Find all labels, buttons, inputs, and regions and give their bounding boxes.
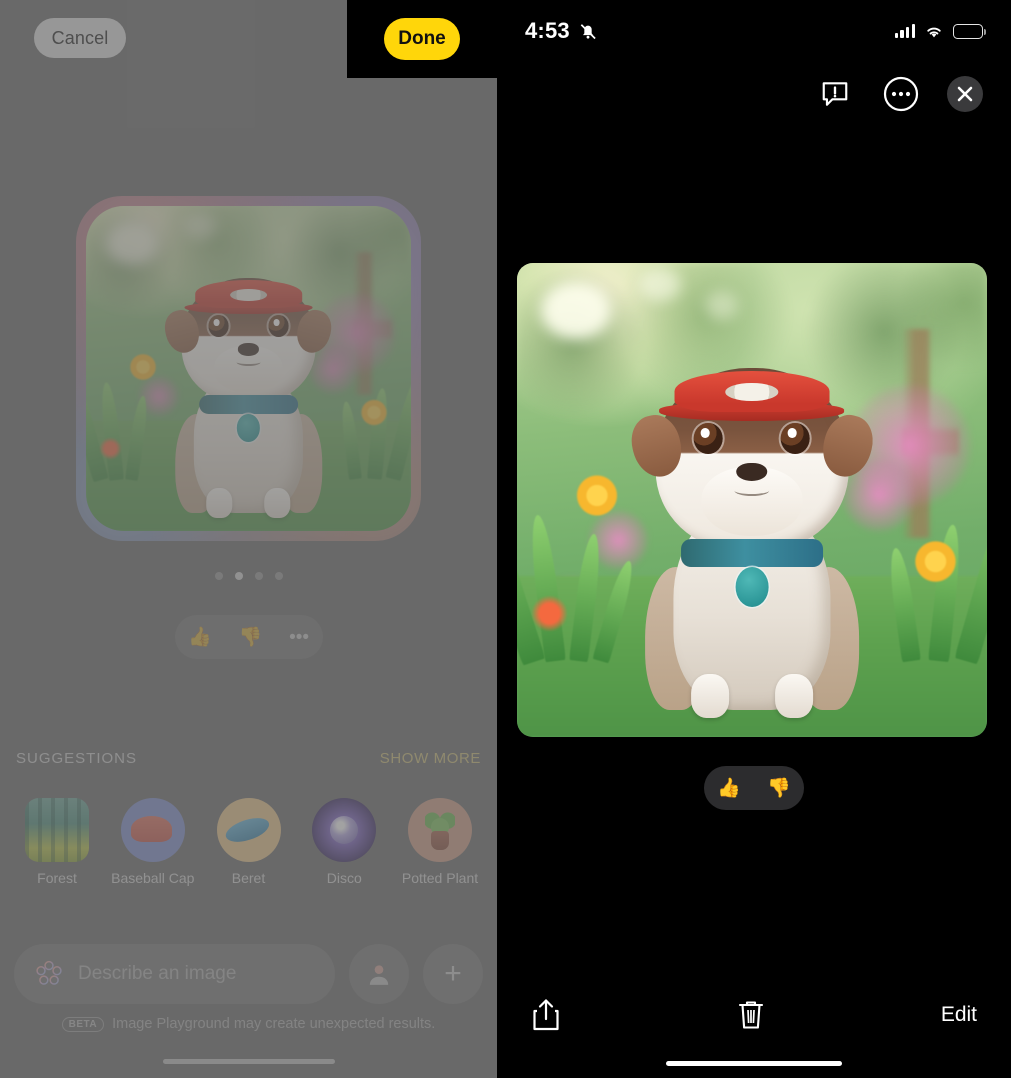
suggestion-baseball-cap[interactable]: Baseball Cap — [106, 798, 200, 886]
cellular-bars-icon — [894, 24, 915, 38]
report-button[interactable] — [815, 74, 855, 114]
add-button[interactable]: + — [423, 944, 483, 1004]
suggestions-title: SUGGESTIONS — [16, 750, 138, 767]
trash-icon — [738, 1001, 763, 1029]
cancel-button[interactable]: Cancel — [34, 18, 126, 58]
puppy-artwork-left — [86, 206, 411, 531]
baseball-cap-thumb[interactable] — [120, 798, 185, 862]
photos-viewer-screen: 4:53 👍 👎 Edit — [497, 0, 1011, 1078]
close-icon — [957, 86, 973, 102]
person-button[interactable] — [349, 944, 409, 1004]
photo-viewer-image[interactable] — [517, 263, 987, 737]
generated-image-glow — [76, 196, 421, 541]
plus-icon: + — [444, 957, 462, 990]
suggestion-label: Baseball Cap — [111, 870, 195, 886]
photo-toolbar: Edit — [497, 990, 1011, 1040]
battery-icon — [953, 23, 987, 39]
suggestion-forest[interactable]: Forest — [10, 798, 104, 886]
disclaimer-text: Image Playground may create unexpected r… — [112, 1016, 436, 1032]
suggestion-label: Beret — [231, 870, 266, 886]
suggestion-label: Potted Plant — [401, 870, 479, 886]
thumbs-up-icon[interactable]: 👍 — [717, 779, 741, 798]
prompt-row: Describe an image + — [14, 944, 483, 1004]
status-bar-left: 4:53 — [525, 18, 598, 44]
suggestions-row: Forest Baseball Cap Beret Disco Potted P… — [10, 798, 487, 886]
apple-intelligence-icon — [36, 960, 62, 985]
thumbs-up-icon[interactable]: 👍 — [188, 628, 212, 647]
suggestion-disco[interactable]: Disco — [297, 798, 391, 886]
share-button[interactable] — [531, 998, 561, 1032]
image-playground-screen: 👍 👎 ••• SUGGESTIONS SHOW MORE Forest Bas… — [0, 0, 497, 1078]
show-more-button[interactable]: SHOW MORE — [380, 750, 481, 767]
puppy-figure — [161, 245, 337, 518]
close-button[interactable] — [947, 76, 983, 112]
edit-button[interactable]: Edit — [941, 1003, 977, 1027]
page-dot-active[interactable] — [234, 572, 243, 580]
puppy-figure — [625, 320, 879, 719]
disco-thumb[interactable] — [312, 798, 377, 862]
playground-top-bar: Cancel Done — [0, 0, 497, 78]
generated-image-carousel[interactable] — [0, 196, 497, 541]
puppy-artwork-right — [517, 263, 987, 737]
bell-slash-icon — [580, 24, 596, 40]
page-dot[interactable] — [254, 572, 263, 580]
suggestion-beret[interactable]: Beret — [202, 798, 296, 886]
home-indicator-right — [666, 1061, 842, 1066]
beta-badge: BETA — [61, 1016, 105, 1032]
carousel-page-dots[interactable] — [0, 572, 497, 580]
status-bar: 4:53 — [497, 0, 1011, 62]
viewer-top-controls — [815, 74, 983, 114]
photo-feedback-pill[interactable]: 👍 👎 — [704, 766, 804, 810]
report-icon — [822, 82, 848, 106]
image-playground-content: 👍 👎 ••• SUGGESTIONS SHOW MORE Forest Bas… — [0, 0, 497, 1078]
done-button[interactable]: Done — [384, 18, 460, 60]
generated-image-card[interactable] — [86, 206, 411, 531]
thumbs-down-icon[interactable]: 👎 — [767, 779, 791, 798]
status-time: 4:53 — [525, 18, 570, 43]
delete-button[interactable] — [737, 998, 765, 1032]
thumbs-down-icon[interactable]: 👎 — [239, 628, 263, 647]
describe-image-input[interactable]: Describe an image — [14, 944, 335, 1004]
suggestion-potted-plant[interactable]: Potted Plant — [393, 798, 487, 886]
describe-image-placeholder: Describe an image — [78, 963, 237, 984]
beret-thumb[interactable] — [216, 798, 281, 862]
beta-disclaimer: BETA Image Playground may create unexpec… — [0, 1016, 497, 1032]
wifi-icon — [927, 27, 941, 37]
suggestion-label: Forest — [37, 870, 77, 886]
done-area: Done — [347, 0, 497, 78]
ellipsis-icon[interactable]: ••• — [289, 628, 309, 647]
suggestion-label: Disco — [326, 870, 362, 886]
more-options-icon — [883, 76, 919, 112]
forest-thumb[interactable] — [25, 798, 89, 862]
potted-plant-thumb[interactable] — [408, 798, 472, 862]
page-dot[interactable] — [274, 572, 283, 580]
person-icon — [369, 965, 389, 985]
page-dot[interactable] — [214, 572, 223, 580]
status-bar-right — [894, 23, 987, 39]
home-indicator-left — [162, 1059, 335, 1064]
suggestions-header: SUGGESTIONS SHOW MORE — [16, 750, 481, 767]
dual-screenshot: 👍 👎 ••• SUGGESTIONS SHOW MORE Forest Bas… — [0, 0, 1011, 1078]
feedback-pill[interactable]: 👍 👎 ••• — [174, 615, 323, 659]
more-options-button[interactable] — [881, 74, 921, 114]
share-icon — [533, 999, 559, 1031]
